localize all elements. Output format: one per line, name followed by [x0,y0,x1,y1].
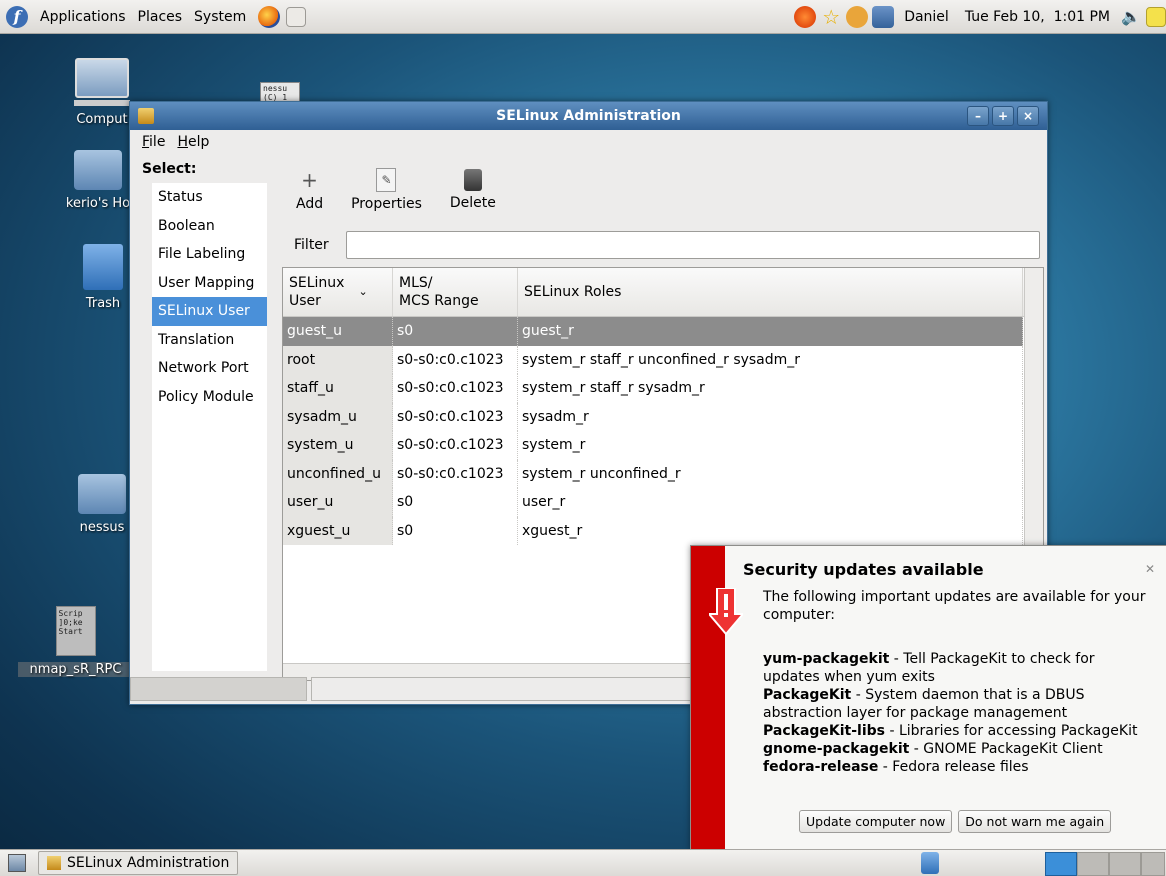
workspace-4[interactable] [1141,852,1165,876]
bottom-panel: SELinux Administration [0,849,1166,876]
update-item: yum-packagekit - Tell PackageKit to chec… [763,651,1095,685]
nav-item-translation[interactable]: Translation [152,326,267,355]
column-header-selinux-user[interactable]: SELinux User ⌄ [283,268,393,316]
app-icon [47,856,61,870]
mail-launcher-icon[interactable] [286,6,307,27]
firefox-launcher-icon[interactable] [258,5,281,28]
trash-applet-icon[interactable] [921,852,939,874]
trash-icon [463,169,482,191]
filter-row: Filter [282,228,1047,262]
table-row[interactable]: unconfined_u s0-s0:c0.c1023 system_r unc… [283,459,1043,488]
warning-icon [706,587,746,640]
taskbar-button-selinux-admin[interactable]: SELinux Administration [38,851,239,875]
top-panel: f Applications Places System ☆ Daniel Tu… [0,0,1166,34]
sort-chevron-icon: ⌄ [358,285,368,298]
update-item: PackageKit - System daemon that is a DBU… [763,687,1085,721]
column-header-mls-range[interactable]: MLS/ MCS Range [393,268,518,316]
update-item: fedora-release - Fedora release files [763,759,1029,775]
trash-icon [83,244,123,290]
add-icon: + [301,168,318,192]
table-row[interactable]: user_u s0 user_r [283,488,1043,517]
update-item: PackageKit-libs - Libraries for accessin… [763,723,1138,739]
desktop-nmap-file[interactable]: Scrip ]0;ke Start nmap_sR_RPC [18,606,133,677]
maximize-icon[interactable]: + [992,106,1014,126]
notification-intro: The following important updates are avai… [763,589,1146,623]
toolbar: + Add ✎ Properties Delete [282,155,1047,225]
select-label: Select: [142,161,197,177]
update-item: gnome-packagekit - GNOME PackageKit Clie… [763,741,1103,757]
home-folder-icon [74,150,122,190]
nav-item-selinux-user[interactable]: SELinux User [152,297,267,326]
security-update-icon[interactable] [794,5,817,28]
text-file-icon: Scrip ]0;ke Start [55,606,96,656]
workspace-1[interactable] [1045,852,1077,876]
select-pane: Select: Status Boolean File Labeling Use… [130,155,280,704]
folder-icon [78,474,126,514]
table-row[interactable]: sysadm_u s0-s0:c0.c1023 sysadm_r [283,402,1043,431]
desktop-icon-label: kerio's Ho [65,196,131,211]
minimize-icon[interactable]: – [967,106,989,126]
column-header-roles[interactable]: SELinux Roles [518,268,1023,316]
close-icon[interactable]: ✕ [1145,562,1155,576]
desktop-icon-label: nmap_sR_RPC [18,662,133,677]
desktop-trash[interactable]: Trash [68,244,138,311]
table-row[interactable]: staff_u s0-s0:c0.c1023 system_r staff_r … [283,374,1043,403]
update-computer-button[interactable]: Update computer now [799,810,953,833]
computer-icon [75,58,129,98]
username[interactable]: Daniel [904,9,949,25]
network-icon[interactable] [872,5,895,28]
security-updates-notification: Security updates available ✕ The followi… [690,545,1166,851]
table-row[interactable]: root s0-s0:c0.c1023 system_r staff_r unc… [283,345,1043,374]
show-desktop-icon[interactable] [8,854,26,872]
menu-file[interactable]: File [136,134,171,150]
menu-places[interactable]: Places [132,9,189,25]
do-not-warn-button[interactable]: Do not warn me again [958,810,1112,833]
app-icon[interactable] [138,108,154,124]
nav-item-network-port[interactable]: Network Port [152,354,267,383]
desktop-icon-label: Trash [85,296,121,311]
notes-icon[interactable] [1146,6,1166,27]
menu-help[interactable]: Help [171,134,215,150]
fedora-logo-icon[interactable]: f [6,5,28,28]
nav-item-status[interactable]: Status [152,183,267,212]
filter-input[interactable] [346,231,1040,259]
workspace-3[interactable] [1109,852,1141,876]
table-header: SELinux User ⌄ MLS/ MCS Range SELinux Ro… [283,268,1043,317]
titlebar[interactable]: SELinux Administration – + × [130,102,1047,130]
filter-label: Filter [294,237,329,253]
table-row[interactable]: system_u s0-s0:c0.c1023 system_r [283,431,1043,460]
star-icon[interactable]: ☆ [820,6,842,28]
nav-item-file-labeling[interactable]: File Labeling [152,240,267,269]
menu-applications[interactable]: Applications [34,9,132,25]
menubar: File Help [130,130,1047,154]
menu-system[interactable]: System [188,9,252,25]
nav-item-user-mapping[interactable]: User Mapping [152,269,267,298]
workspace-2[interactable] [1077,852,1109,876]
nav-list: Status Boolean File Labeling User Mappin… [152,183,267,671]
properties-button[interactable]: ✎ Properties [337,155,436,225]
window-title: SELinux Administration [496,108,681,124]
nav-item-boolean[interactable]: Boolean [152,212,267,241]
table-row[interactable]: xguest_u s0 xguest_r [283,516,1043,545]
system-tray: ☆ Daniel Tue Feb 10, 1:01 PM 🔈 [794,0,1166,33]
package-icon[interactable] [846,5,869,28]
properties-icon: ✎ [376,168,397,192]
volume-icon[interactable]: 🔈 [1120,6,1142,28]
delete-button[interactable]: Delete [436,155,510,225]
nav-item-policy-module[interactable]: Policy Module [152,383,267,412]
table-row[interactable]: guest_u s0 guest_r [283,317,1043,346]
notification-body: The following important updates are avai… [763,588,1153,776]
desktop-home[interactable]: kerio's Ho [58,150,138,211]
add-button[interactable]: + Add [282,155,337,225]
clock[interactable]: Tue Feb 10, 1:01 PM [965,9,1110,25]
close-icon[interactable]: × [1017,106,1039,126]
notification-title: Security updates available [743,560,984,579]
